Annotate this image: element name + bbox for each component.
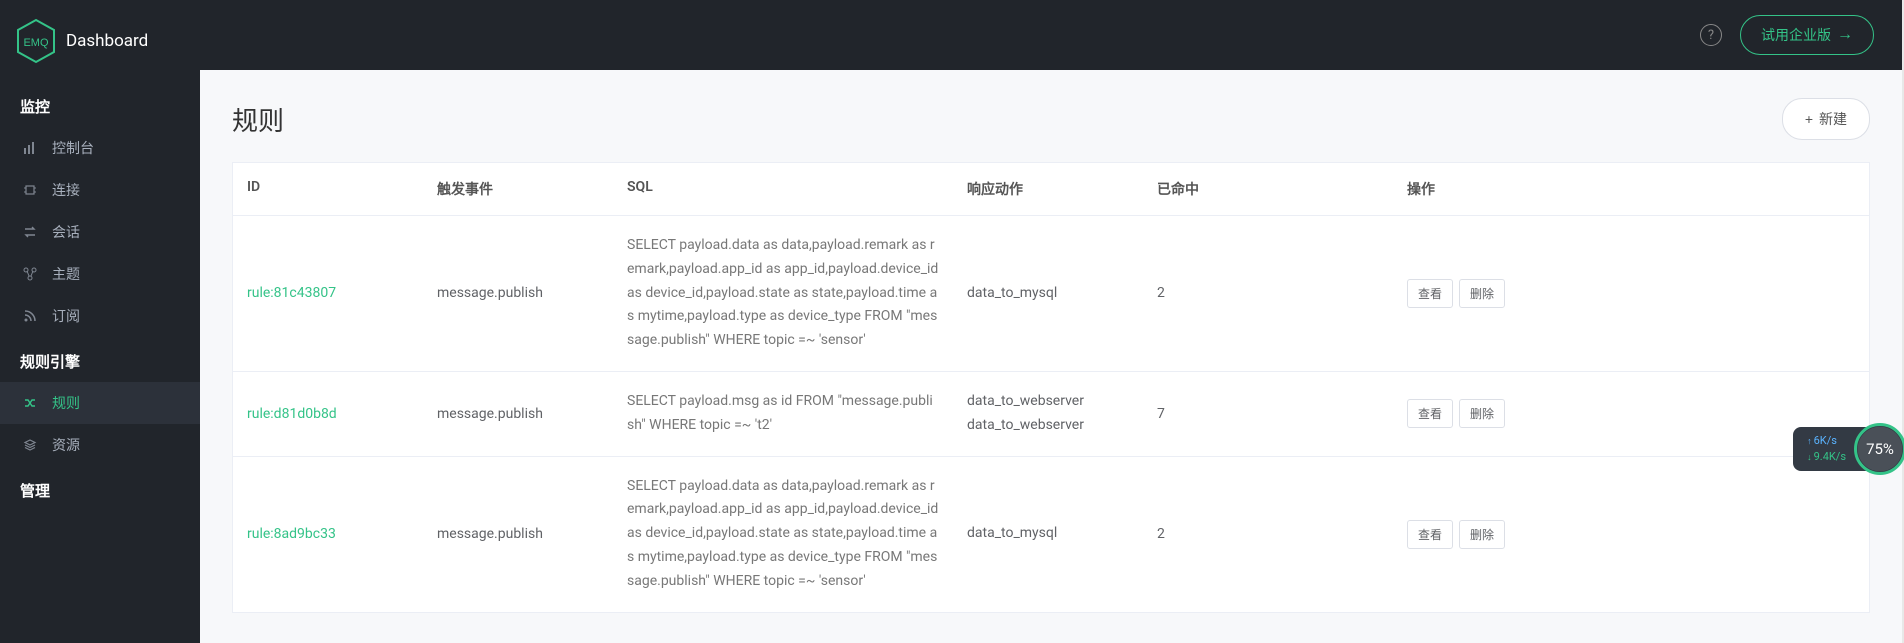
matched-count: 7 <box>1143 372 1393 456</box>
sidebar-item-label: 控制台 <box>52 138 94 158</box>
response-actions: data_to_mysql <box>967 522 1057 546</box>
col-header-trigger: 触发事件 <box>423 163 613 215</box>
col-header-id: ID <box>233 163 423 215</box>
sidebar-item-label: 主题 <box>52 264 80 284</box>
trigger-event: message.publish <box>423 457 613 612</box>
table-row: rule:d81d0b8d message.publish SELECT paylo… <box>233 372 1869 457</box>
rule-id-link[interactable]: rule:81c43807 <box>247 285 336 301</box>
download-rate: ↓9.4K/s <box>1807 449 1846 465</box>
page-header: 规则 + 新建 <box>200 70 1902 162</box>
plus-icon: + <box>1805 111 1813 127</box>
svg-text:EMQ: EMQ <box>23 37 49 49</box>
sidebar-section-title: 规则引擎 <box>0 337 200 382</box>
table-row: rule:8ad9bc33 message.publishSELECT paylo… <box>233 457 1869 612</box>
new-rule-button[interactable]: + 新建 <box>1782 98 1870 140</box>
sidebar-item-label: 订阅 <box>52 306 80 326</box>
arrow-up-icon: ↑ <box>1807 437 1812 447</box>
response-actions: data_to_webserverdata_to_webserver <box>967 390 1084 438</box>
arrow-right-icon: → <box>1837 26 1853 44</box>
sidebar-item-label: 连接 <box>52 180 80 200</box>
chip-icon <box>22 182 38 198</box>
sidebar-header: EMQ Dashboard <box>0 0 200 82</box>
performance-gauge: 75% <box>1854 423 1904 475</box>
help-icon[interactable]: ? <box>1700 24 1722 46</box>
layers-icon <box>22 437 38 453</box>
sidebar-section-title: 监控 <box>0 82 200 127</box>
page-title: 规则 <box>232 101 284 138</box>
logo-icon: EMQ <box>16 18 56 64</box>
main-content: 规则 + 新建 ID 触发事件 SQL 响应动作 已命中 操作 rule:81c… <box>200 70 1904 643</box>
sidebar-item-主题[interactable]: 主题 <box>0 253 200 295</box>
view-button[interactable]: 查看 <box>1407 520 1453 549</box>
trial-enterprise-button[interactable]: 试用企业版 → <box>1740 15 1874 55</box>
rss-icon <box>22 308 38 324</box>
new-button-label: 新建 <box>1819 109 1847 129</box>
sidebar-item-连接[interactable]: 连接 <box>0 169 200 211</box>
sql-text: SELECT payload.data as data,payload.rema… <box>627 234 939 353</box>
sidebar-item-label: 资源 <box>52 435 80 455</box>
delete-button[interactable]: 删除 <box>1459 279 1505 308</box>
sidebar-section-title: 管理 <box>0 466 200 511</box>
sidebar: EMQ Dashboard 监控控制台连接会话主题订阅规则引擎规则资源管理 <box>0 0 200 643</box>
view-button[interactable]: 查看 <box>1407 279 1453 308</box>
delete-button[interactable]: 删除 <box>1459 520 1505 549</box>
col-header-matched: 已命中 <box>1143 163 1393 215</box>
dashboard-label: Dashboard <box>66 31 148 51</box>
sidebar-item-控制台[interactable]: 控制台 <box>0 127 200 169</box>
matched-count: 2 <box>1143 216 1393 371</box>
trigger-event: message.publish <box>423 216 613 371</box>
rule-id-link[interactable]: rule:8ad9bc33 <box>247 526 336 542</box>
sql-text: SELECT payload.msg as id FROM "message.p… <box>627 390 939 438</box>
sidebar-item-会话[interactable]: 会话 <box>0 211 200 253</box>
node-icon <box>22 266 38 282</box>
table-header-row: ID 触发事件 SQL 响应动作 已命中 操作 <box>233 163 1869 216</box>
sidebar-item-规则[interactable]: 规则 <box>0 382 200 424</box>
trial-button-label: 试用企业版 <box>1761 25 1831 45</box>
table-row: rule:81c43807 message.publishSELECT paylo… <box>233 216 1869 372</box>
sql-text: SELECT payload.data as data,payload.rema… <box>627 475 939 594</box>
matched-count: 2 <box>1143 457 1393 612</box>
view-button[interactable]: 查看 <box>1407 399 1453 428</box>
sidebar-item-订阅[interactable]: 订阅 <box>0 295 200 337</box>
performance-widget[interactable]: ↑6K/s ↓9.4K/s 75% <box>1793 423 1904 475</box>
col-header-actions: 响应动作 <box>953 163 1143 215</box>
trigger-event: message.publish <box>423 372 613 456</box>
delete-button[interactable]: 删除 <box>1459 399 1505 428</box>
swap-icon <box>22 224 38 240</box>
shuffle-icon <box>22 395 38 411</box>
rules-table: ID 触发事件 SQL 响应动作 已命中 操作 rule:81c43807 mes… <box>232 162 1870 613</box>
sidebar-item-label: 规则 <box>52 393 80 413</box>
col-header-sql: SQL <box>613 163 953 215</box>
upload-rate: ↑6K/s <box>1807 433 1846 449</box>
arrow-down-icon: ↓ <box>1807 453 1812 463</box>
bars-icon <box>22 140 38 156</box>
rule-id-link[interactable]: rule:d81d0b8d <box>247 406 337 422</box>
response-actions: data_to_mysql <box>967 282 1057 306</box>
topbar: ? 试用企业版 → <box>200 0 1904 70</box>
sidebar-item-label: 会话 <box>52 222 80 242</box>
sidebar-item-资源[interactable]: 资源 <box>0 424 200 466</box>
col-header-ops: 操作 <box>1393 163 1869 215</box>
